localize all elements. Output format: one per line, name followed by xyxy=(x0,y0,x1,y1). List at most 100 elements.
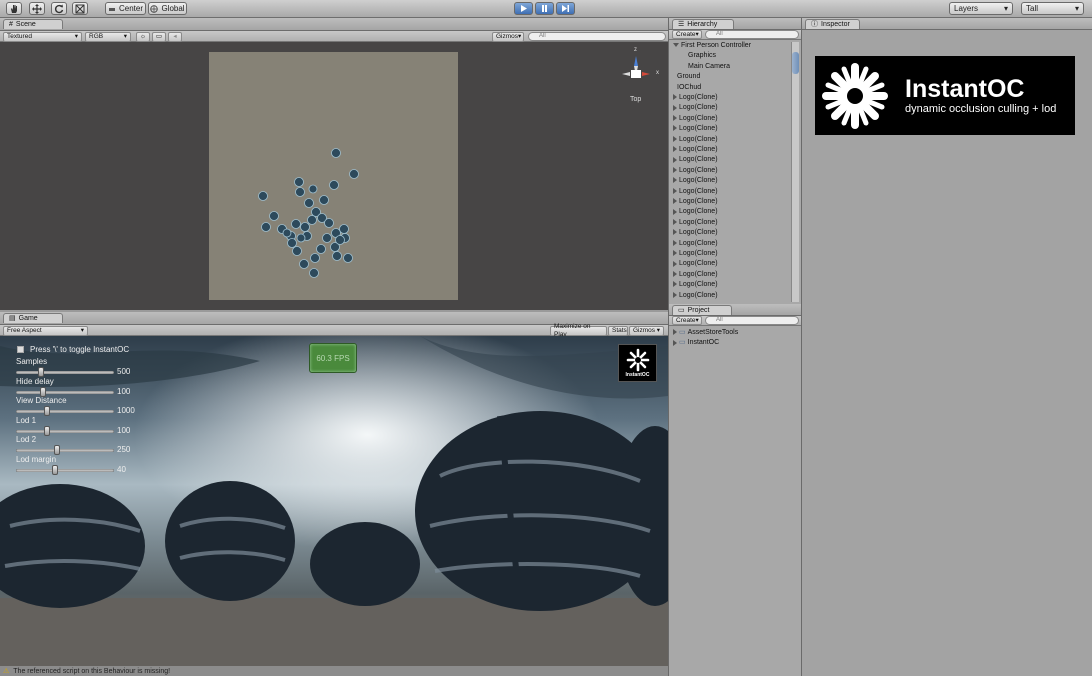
hierarchy-item[interactable]: Logo(Clone) xyxy=(673,207,718,217)
hierarchy-search-input[interactable]: All xyxy=(705,30,799,39)
slider-track[interactable] xyxy=(16,468,114,472)
expand-closed-icon[interactable] xyxy=(673,291,677,298)
pause-button[interactable] xyxy=(535,2,554,15)
hierarchy-item[interactable]: Logo(Clone) xyxy=(673,166,718,176)
expand-closed-icon[interactable] xyxy=(673,166,677,173)
slider-thumb[interactable] xyxy=(44,406,50,416)
hierarchy-scroll-thumb[interactable] xyxy=(792,52,799,74)
hierarchy-scrollbar[interactable] xyxy=(791,42,799,302)
slider-track[interactable] xyxy=(16,410,114,413)
shading-dropdown[interactable]: Textured ▾ xyxy=(3,32,82,42)
hierarchy-item[interactable]: Logo(Clone) xyxy=(673,197,718,207)
lighting-toggle[interactable]: ☼ xyxy=(136,32,150,42)
maximize-on-play-toggle[interactable]: Maximize on Play xyxy=(550,323,607,338)
hierarchy-create-dropdown[interactable]: Create ▾ xyxy=(672,30,702,39)
project-create-dropdown[interactable]: Create ▾ xyxy=(672,316,702,325)
hierarchy-item[interactable]: Logo(Clone) xyxy=(673,239,718,249)
view-gizmo[interactable]: z x Top xyxy=(614,47,662,106)
expand-closed-icon[interactable] xyxy=(673,339,677,346)
hierarchy-item[interactable]: Graphics xyxy=(673,51,716,61)
space-global-toggle[interactable]: Global xyxy=(148,2,187,15)
image-toggle[interactable]: ▭ xyxy=(152,32,166,42)
hierarchy-item[interactable]: Logo(Clone) xyxy=(673,291,718,301)
hierarchy-item[interactable]: Logo(Clone) xyxy=(673,228,718,238)
expand-closed-icon[interactable] xyxy=(673,187,677,194)
expand-closed-icon[interactable] xyxy=(673,135,677,142)
hierarchy-item[interactable]: Logo(Clone) xyxy=(673,135,718,145)
expand-closed-icon[interactable] xyxy=(673,208,677,215)
scene-gizmos-dropdown[interactable]: Gizmos ▾ xyxy=(492,32,524,42)
tab-scene[interactable]: # Scene xyxy=(3,19,63,29)
hierarchy-item[interactable]: Logo(Clone) xyxy=(673,145,718,155)
tab-hierarchy[interactable]: ☰ Hierarchy xyxy=(672,19,734,29)
expand-closed-icon[interactable] xyxy=(673,218,677,225)
hierarchy-item[interactable]: Logo(Clone) xyxy=(673,124,718,134)
hierarchy-item[interactable]: Logo(Clone) xyxy=(673,155,718,165)
hierarchy-item[interactable]: Main Camera xyxy=(673,62,730,72)
scene-viewport[interactable]: z x Top xyxy=(0,42,668,310)
slider-track[interactable] xyxy=(16,429,114,433)
tab-inspector[interactable]: ⓘ Inspector xyxy=(805,19,860,29)
expand-closed-icon[interactable] xyxy=(673,229,677,236)
hierarchy-item[interactable]: Logo(Clone) xyxy=(673,176,718,186)
audio-toggle[interactable]: ◂ xyxy=(168,32,182,42)
hierarchy-item[interactable]: Logo(Clone) xyxy=(673,218,718,228)
slider-thumb[interactable] xyxy=(38,367,44,377)
layout-dropdown[interactable]: Tall ▾ xyxy=(1021,2,1084,15)
project-folder-item[interactable]: ▭ InstantOC xyxy=(673,338,719,348)
game-gizmos-dropdown[interactable]: Gizmos ▾ xyxy=(629,326,664,336)
expand-closed-icon[interactable] xyxy=(673,270,677,277)
slider-thumb[interactable] xyxy=(44,425,50,436)
expand-closed-icon[interactable] xyxy=(673,250,677,257)
hierarchy-item[interactable]: Logo(Clone) xyxy=(673,114,718,124)
hierarchy-item[interactable]: Logo(Clone) xyxy=(673,103,718,113)
expand-closed-icon[interactable] xyxy=(673,329,677,336)
rotate-tool-button[interactable] xyxy=(51,2,67,15)
layers-dropdown[interactable]: Layers ▾ xyxy=(949,2,1013,15)
expand-closed-icon[interactable] xyxy=(673,239,677,246)
project-search-input[interactable]: All xyxy=(705,316,799,325)
expand-closed-icon[interactable] xyxy=(673,281,677,288)
hierarchy-item[interactable]: Logo(Clone) xyxy=(673,259,718,269)
expand-closed-icon[interactable] xyxy=(673,104,677,111)
expand-closed-icon[interactable] xyxy=(673,260,677,267)
pivot-center-toggle[interactable]: Center xyxy=(105,2,146,15)
expand-closed-icon[interactable] xyxy=(673,125,677,132)
toggle-checkbox[interactable] xyxy=(17,346,24,353)
expand-closed-icon[interactable] xyxy=(673,177,677,184)
expand-closed-icon[interactable] xyxy=(673,146,677,153)
scale-tool-button[interactable] xyxy=(72,2,88,15)
hierarchy-item[interactable]: Logo(Clone) xyxy=(673,187,718,197)
slider-thumb[interactable] xyxy=(40,386,46,397)
hierarchy-item[interactable]: Logo(Clone) xyxy=(673,280,718,290)
play-button[interactable] xyxy=(514,2,533,15)
tab-project[interactable]: ▭ Project xyxy=(672,305,732,315)
game-viewport[interactable]: Press '\' to toggle InstantOC 60.3 FPS I… xyxy=(0,336,668,666)
expand-open-icon[interactable] xyxy=(673,43,679,48)
slider-thumb[interactable] xyxy=(54,445,60,455)
hierarchy-item[interactable]: Logo(Clone) xyxy=(673,301,718,302)
step-button[interactable] xyxy=(556,2,575,15)
scene-search-input[interactable]: All xyxy=(528,32,666,41)
hierarchy-item[interactable]: Ground xyxy=(673,72,700,82)
expand-closed-icon[interactable] xyxy=(673,94,677,101)
hand-tool-button[interactable] xyxy=(6,2,22,15)
slider-thumb[interactable] xyxy=(52,464,58,475)
project-folder-item[interactable]: ▭ AssetStoreTools xyxy=(673,328,738,338)
hierarchy-item[interactable]: Logo(Clone) xyxy=(673,93,718,103)
render-mode-dropdown[interactable]: RGB ▾ xyxy=(85,32,131,42)
hierarchy-item[interactable]: IOChud xyxy=(673,83,701,93)
status-bar[interactable]: ⚠ The referenced script on this Behaviou… xyxy=(0,666,668,676)
slider-track[interactable] xyxy=(16,390,114,394)
move-tool-button[interactable] xyxy=(29,2,45,15)
expand-closed-icon[interactable] xyxy=(673,198,677,205)
stats-toggle[interactable]: Stats xyxy=(608,326,628,336)
tab-game[interactable]: ▤ Game xyxy=(3,313,63,323)
hierarchy-item[interactable]: First Person Controller xyxy=(673,41,751,51)
expand-closed-icon[interactable] xyxy=(673,114,677,121)
aspect-dropdown[interactable]: Free Aspect ▾ xyxy=(3,326,88,336)
slider-track[interactable] xyxy=(16,371,114,374)
slider-track[interactable] xyxy=(16,449,114,452)
expand-closed-icon[interactable] xyxy=(673,156,677,163)
hierarchy-item[interactable]: Logo(Clone) xyxy=(673,270,718,280)
